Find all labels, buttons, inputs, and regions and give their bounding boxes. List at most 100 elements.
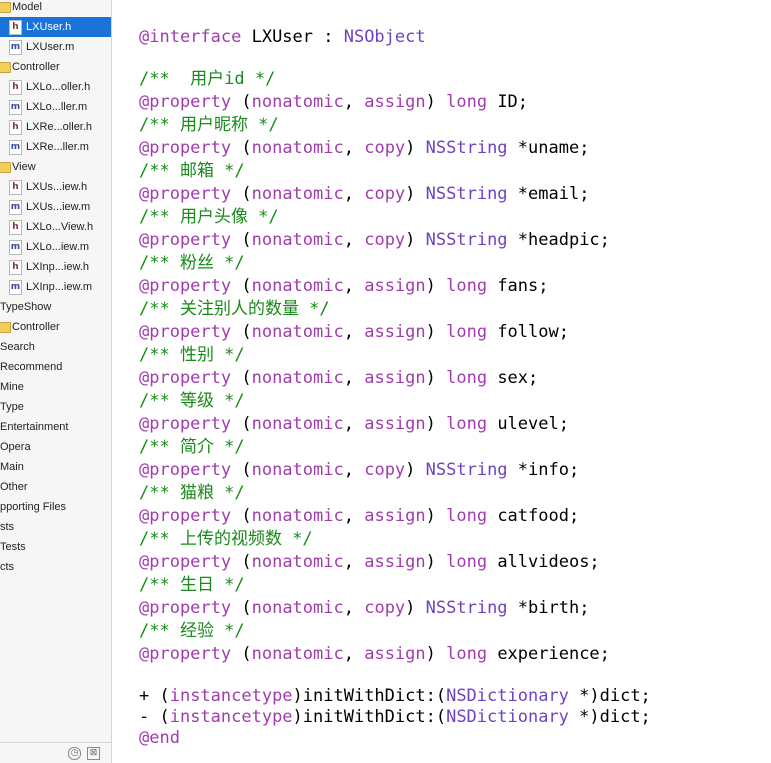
code-token: *email; (507, 184, 590, 204)
file-label: LXUs...iew.h (26, 181, 88, 193)
code-token: instancetype (169, 686, 293, 706)
code-token: follow; (487, 322, 569, 342)
code-token: sex; (487, 368, 539, 388)
code-token: nonatomic (251, 368, 344, 388)
group-label: Recommend (0, 361, 63, 373)
code-line: /** 简介 */ (139, 436, 245, 458)
code-token: /** 邮箱 */ (139, 161, 245, 181)
file-item[interactable]: h LXRe...oller.h (0, 117, 111, 137)
code-token: long (446, 92, 488, 112)
code-token: , (343, 276, 365, 296)
file-item[interactable]: m LXLo...ller.m (0, 97, 111, 117)
code-token: copy (364, 138, 406, 158)
file-item[interactable]: m LXInp...iew.m (0, 277, 111, 297)
group-item[interactable]: pporting Files (0, 497, 111, 517)
code-token: @property (139, 598, 232, 618)
code-token: ) (405, 230, 426, 250)
code-line: @property (nonatomic, assign) long uleve… (139, 413, 569, 435)
group-item[interactable]: Mine (0, 377, 111, 397)
code-token: ) (405, 460, 426, 480)
folder-item[interactable]: View (0, 157, 111, 177)
group-label: TypeShow (0, 301, 52, 313)
code-token: assign (364, 552, 426, 572)
code-token: ) (425, 276, 447, 296)
group-label: Search (0, 341, 35, 353)
file-item[interactable]: h LXLo...oller.h (0, 77, 111, 97)
folder-item[interactable]: Model (0, 0, 111, 17)
group-item[interactable]: TypeShow (0, 297, 111, 317)
code-token: NSString (425, 598, 508, 618)
code-token: ) (425, 368, 447, 388)
code-token: /** 关注别人的数量 */ (139, 299, 330, 319)
header-file-icon: h (9, 260, 22, 275)
code-token: , (343, 414, 365, 434)
code-token: ( (231, 368, 252, 388)
implementation-file-icon: m (9, 40, 22, 55)
file-item[interactable]: m LXRe...ller.m (0, 137, 111, 157)
implementation-file-icon: m (9, 200, 22, 215)
code-token: ( (231, 276, 252, 296)
code-line: @property (nonatomic, assign) long follo… (139, 321, 569, 343)
code-token: ) (425, 506, 447, 526)
folder-icon (0, 162, 11, 173)
code-token: long (446, 368, 488, 388)
code-token: long (446, 506, 488, 526)
group-item[interactable]: Opera (0, 437, 111, 457)
code-token: ) (425, 322, 447, 342)
file-item[interactable]: h LXUs...iew.h (0, 177, 111, 197)
code-token: ( (231, 598, 252, 618)
code-line: + (instancetype)initWithDict:(NSDictiona… (139, 685, 651, 707)
code-line: /** 等级 */ (139, 390, 245, 412)
folder-item[interactable]: Controller (0, 57, 111, 77)
code-token: NSString (425, 230, 508, 250)
code-token: nonatomic (251, 506, 344, 526)
code-line: @property (nonatomic, copy) NSString *bi… (139, 597, 589, 619)
group-item[interactable]: sts (0, 517, 111, 537)
code-token: *headpic; (507, 230, 610, 250)
code-token: *birth; (507, 598, 590, 618)
code-line: - (instancetype)initWithDict:(NSDictiona… (139, 706, 651, 728)
code-token: /** 生日 */ (139, 575, 245, 595)
code-line: /** 粉丝 */ (139, 252, 245, 274)
code-token: ID; (487, 92, 529, 112)
group-label: Opera (0, 441, 31, 453)
group-item[interactable]: cts (0, 557, 111, 577)
code-token: , (343, 368, 365, 388)
code-line: /** 用户id */ (139, 68, 275, 90)
group-label: cts (0, 561, 15, 573)
group-item[interactable]: Main (0, 457, 111, 477)
code-token: assign (364, 322, 426, 342)
file-label: LXInp...iew.m (26, 281, 93, 293)
group-item[interactable]: Search (0, 337, 111, 357)
code-token: ( (231, 138, 252, 158)
implementation-file-icon: m (9, 100, 22, 115)
code-line: @interface LXUser : NSObject (139, 26, 426, 48)
code-token: + ( (139, 686, 170, 706)
group-item[interactable]: Recommend (0, 357, 111, 377)
file-item[interactable]: h LXInp...iew.h (0, 257, 111, 277)
folder-item[interactable]: Controller (0, 317, 111, 337)
file-item[interactable]: h LXLo...View.h (0, 217, 111, 237)
source-editor[interactable]: @interface LXUser : NSObject /** 用户id */ @… (112, 0, 771, 763)
group-item[interactable]: Tests (0, 537, 111, 557)
group-item[interactable]: Other (0, 477, 111, 497)
group-item[interactable]: Type (0, 397, 111, 417)
filter-icon[interactable]: ⊠ (87, 747, 100, 760)
clock-icon[interactable]: ◷ (68, 747, 81, 760)
file-item[interactable]: m LXLo...iew.m (0, 237, 111, 257)
file-item[interactable]: m LXUs...iew.m (0, 197, 111, 217)
code-token: NSString (425, 138, 508, 158)
code-token: ( (231, 460, 252, 480)
file-label: LXRe...ller.m (26, 141, 89, 153)
group-label: pporting Files (0, 501, 67, 513)
code-token: NSObject (343, 27, 426, 47)
code-token: )initWithDict:( (292, 707, 447, 727)
code-token: ( (231, 184, 252, 204)
code-token: nonatomic (251, 138, 344, 158)
code-token: assign (364, 414, 426, 434)
file-item[interactable]: h LXUser.h (0, 17, 111, 37)
code-token: ) (405, 598, 426, 618)
group-item[interactable]: Entertainment (0, 417, 111, 437)
code-line: /** 性别 */ (139, 344, 245, 366)
file-item[interactable]: m LXUser.m (0, 37, 111, 57)
